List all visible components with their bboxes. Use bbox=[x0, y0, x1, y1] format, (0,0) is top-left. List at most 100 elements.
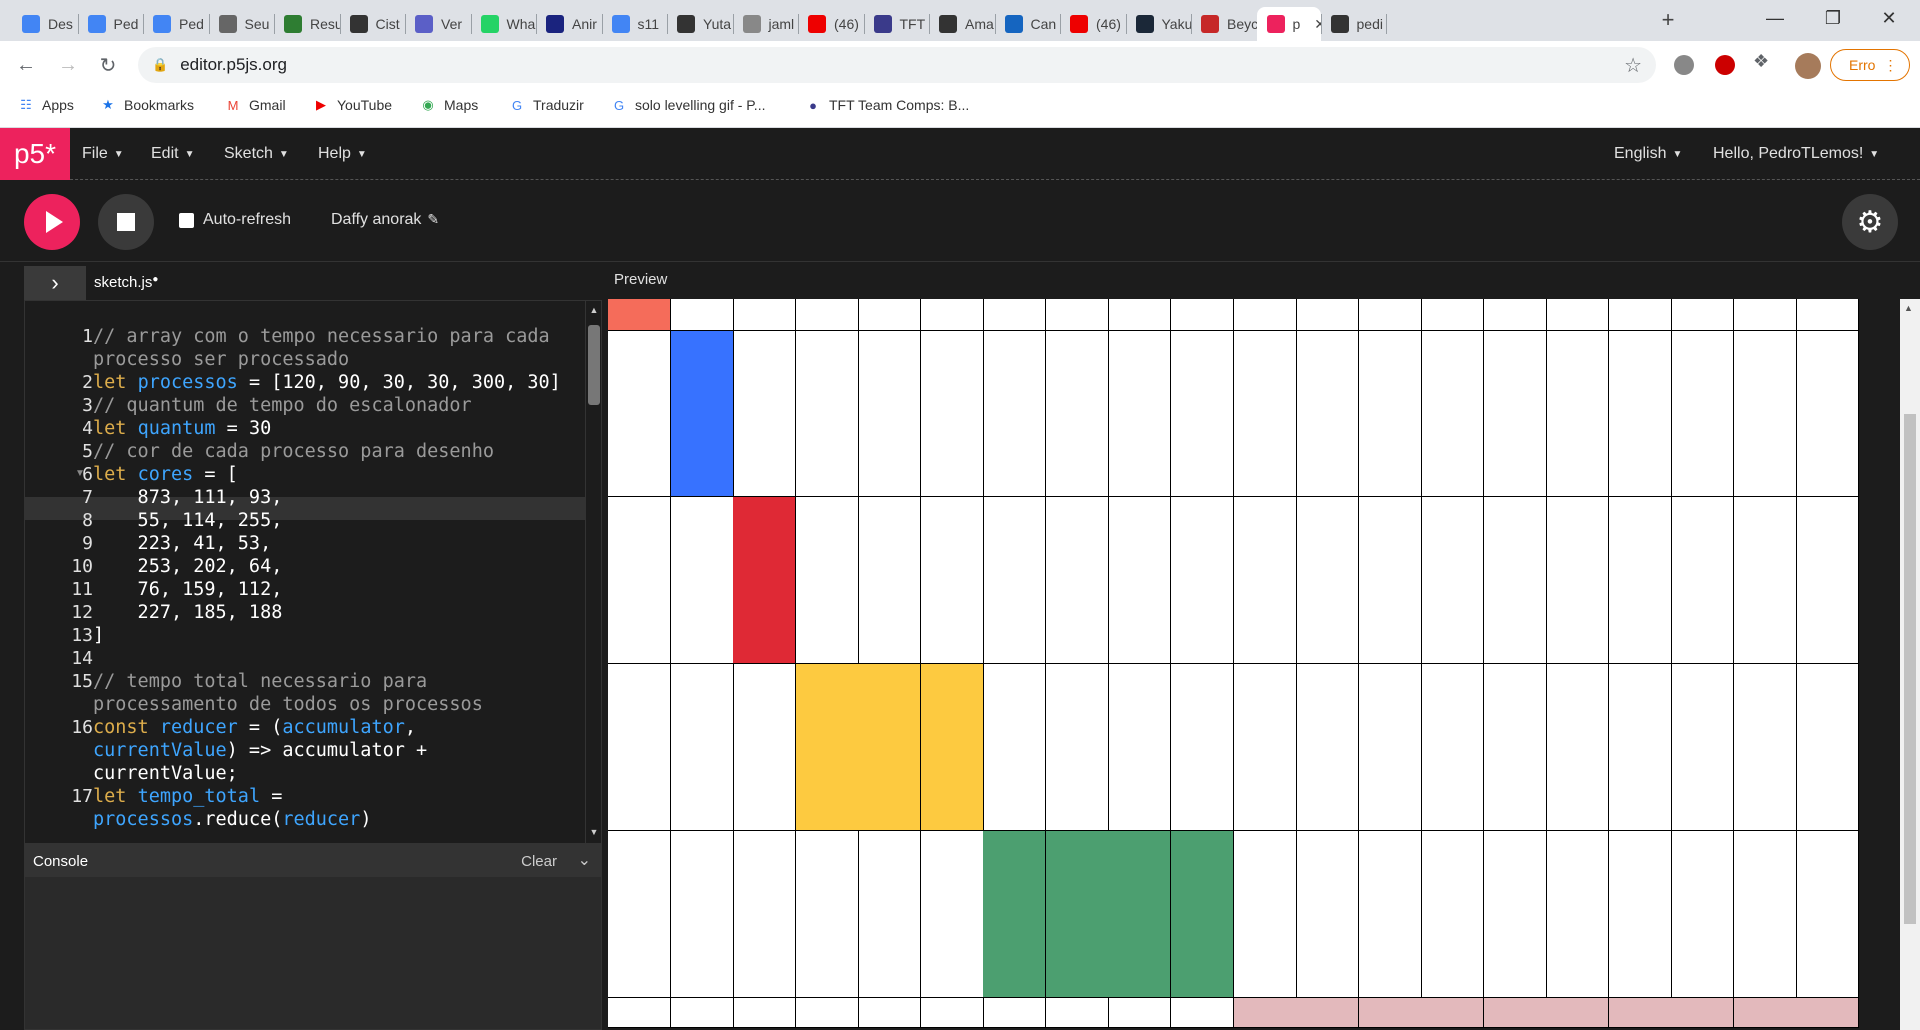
browser-tab[interactable]: Ped bbox=[143, 7, 209, 41]
back-icon[interactable]: ← bbox=[10, 49, 42, 81]
star-icon[interactable]: ☆ bbox=[1624, 53, 1642, 78]
menu-sketch[interactable]: Sketch ▼ bbox=[224, 128, 289, 180]
bookmark-icon: ▶ bbox=[316, 97, 326, 112]
code-line[interactable]: processos.reduce(reducer) bbox=[93, 808, 371, 831]
bookmark-item[interactable]: ◉ Maps bbox=[420, 88, 478, 122]
code-line[interactable]: 223, 41, 53, bbox=[93, 532, 272, 555]
grid-cell bbox=[1733, 831, 1797, 999]
preview-scrollbar[interactable]: ▲ bbox=[1900, 299, 1920, 1030]
code-line[interactable]: currentValue) => accumulator + bbox=[93, 739, 427, 762]
code-line[interactable]: 873, 111, 93, bbox=[93, 486, 283, 509]
grid-cell bbox=[920, 330, 984, 498]
bookmark-icon: ★ bbox=[102, 97, 114, 112]
code-line[interactable]: // tempo total necessario para bbox=[93, 670, 427, 693]
bookmark-item[interactable]: M Gmail bbox=[225, 88, 286, 122]
user-menu[interactable]: Hello, PedroTLemos! ▼ bbox=[1713, 128, 1879, 180]
browser-tab[interactable]: Yaku bbox=[1126, 7, 1191, 41]
code-line[interactable]: 76, 159, 112, bbox=[93, 578, 283, 601]
stop-button[interactable] bbox=[98, 194, 154, 250]
puzzle-icon[interactable]: ❖ bbox=[1753, 51, 1769, 72]
url-field[interactable]: 🔒 editor.p5js.org ☆ bbox=[138, 47, 1656, 83]
language-menu[interactable]: English ▼ bbox=[1614, 128, 1682, 180]
bookmark-item[interactable]: ● TFT Team Comps: B... bbox=[805, 88, 969, 122]
browser-tab[interactable]: Des bbox=[12, 7, 78, 41]
sketch-name[interactable]: Daffy anorak ✎ bbox=[331, 211, 439, 229]
reload-icon[interactable]: ↻ bbox=[92, 49, 124, 81]
scroll-up-icon[interactable]: ▲ bbox=[1904, 303, 1913, 313]
close-window-icon[interactable]: ✕ bbox=[1866, 0, 1912, 36]
code-line[interactable]: let processos = [120, 90, 30, 30, 300, 3… bbox=[93, 371, 561, 394]
line-number-gutter: 1 2 3 4 5 6 ▼ 7 8 9 10 11 12 13 14 15 16 17 bbox=[25, 301, 93, 843]
bookmark-item[interactable]: ★ Bookmarks bbox=[100, 88, 194, 122]
code-editor[interactable]: 1 2 3 4 5 6 ▼ 7 8 9 10 11 12 13 14 15 16 17 // array com … bbox=[24, 300, 602, 844]
menu-edit[interactable]: Edit ▼ bbox=[151, 128, 194, 180]
scroll-down-icon[interactable]: ▼ bbox=[588, 827, 600, 839]
browser-tab[interactable]: Wha bbox=[471, 7, 537, 41]
code-line[interactable]: ] bbox=[93, 624, 104, 647]
browser-tab[interactable]: Ama bbox=[929, 7, 995, 41]
sketch-canvas[interactable] bbox=[608, 299, 1860, 1028]
code-line[interactable]: 253, 202, 64, bbox=[93, 555, 283, 578]
scroll-up-icon[interactable]: ▲ bbox=[588, 305, 600, 317]
browser-tab[interactable]: Beyc bbox=[1191, 7, 1257, 41]
code-token: let bbox=[93, 372, 138, 393]
code-line[interactable]: processo ser processado bbox=[93, 348, 349, 371]
scrollbar-thumb[interactable] bbox=[1904, 414, 1916, 924]
browser-tab[interactable]: p ✕ bbox=[1256, 7, 1321, 41]
editor-scrollbar[interactable]: ▲ ▼ bbox=[585, 301, 601, 843]
profile-error-button[interactable]: Erro ⋮ bbox=[1830, 49, 1910, 81]
code-line[interactable]: processamento de todos os processos bbox=[93, 693, 483, 716]
browser-tab[interactable]: jaml bbox=[733, 7, 799, 41]
browser-tab[interactable]: Anir bbox=[536, 7, 602, 41]
browser-tab-label: Ver bbox=[441, 16, 463, 32]
browser-tab[interactable]: Ver bbox=[405, 7, 471, 41]
grid-cell bbox=[608, 831, 672, 999]
menu-help[interactable]: Help ▼ bbox=[318, 128, 367, 180]
code-line[interactable]: currentValue; bbox=[93, 762, 238, 785]
browser-tab[interactable]: Seu bbox=[209, 7, 275, 41]
browser-tab[interactable]: pedi bbox=[1321, 7, 1387, 41]
grid-cell bbox=[670, 831, 734, 999]
scrollbar-thumb[interactable] bbox=[588, 325, 600, 405]
auto-refresh-checkbox[interactable] bbox=[179, 213, 194, 228]
code-line[interactable]: 227, 185, 188 bbox=[93, 601, 283, 624]
code-line[interactable]: let cores = [ bbox=[93, 463, 238, 486]
browser-tab[interactable]: Yuta bbox=[667, 7, 733, 41]
file-tab-sketch[interactable]: sketch.js● bbox=[94, 274, 158, 291]
bookmark-item[interactable]: ☷ Apps bbox=[18, 88, 74, 122]
code-line[interactable]: 55, 114, 255, bbox=[93, 509, 283, 532]
code-line[interactable]: let quantum = 30 bbox=[93, 417, 271, 440]
code-line[interactable]: // cor de cada processo para desenho bbox=[93, 440, 494, 463]
browser-tab[interactable]: TFT bbox=[864, 7, 930, 41]
bookmark-item[interactable]: G Traduzir bbox=[509, 88, 584, 122]
fold-icon[interactable]: ▼ bbox=[75, 468, 85, 479]
extension-icon[interactable] bbox=[1674, 55, 1694, 75]
clear-console-button[interactable]: Clear bbox=[521, 853, 557, 870]
avatar[interactable] bbox=[1795, 53, 1821, 79]
expand-sidebar-button[interactable]: › bbox=[24, 266, 86, 300]
forward-icon[interactable]: → bbox=[52, 49, 84, 81]
menu-file[interactable]: File ▼ bbox=[82, 128, 124, 180]
settings-button[interactable]: ⚙ bbox=[1842, 194, 1898, 250]
bookmark-item[interactable]: ▶ YouTube bbox=[313, 88, 392, 122]
browser-tab[interactable]: Resu bbox=[274, 7, 340, 41]
code-line[interactable]: // array com o tempo necessario para cad… bbox=[93, 325, 550, 348]
browser-tab[interactable]: Ped bbox=[78, 7, 144, 41]
browser-tab[interactable]: (46) bbox=[1060, 7, 1126, 41]
new-tab-icon[interactable]: + bbox=[1653, 7, 1683, 37]
browser-tab[interactable]: Can bbox=[995, 7, 1061, 41]
collapse-console-icon[interactable]: ⌄ bbox=[578, 850, 591, 870]
process-block bbox=[1671, 998, 1735, 1028]
code-line[interactable]: // quantum de tempo do escalonador bbox=[93, 394, 472, 417]
code-line[interactable]: let tempo_total = bbox=[93, 785, 282, 808]
browser-tab[interactable]: Cist bbox=[340, 7, 406, 41]
browser-tab[interactable]: s11 bbox=[602, 7, 668, 41]
code-line[interactable]: const reducer = (accumulator, bbox=[93, 716, 416, 739]
bookmark-item[interactable]: Gsolo levelling gif - P... bbox=[611, 88, 766, 122]
extension-icon[interactable] bbox=[1715, 55, 1735, 75]
minimize-icon[interactable]: — bbox=[1752, 0, 1798, 36]
play-button[interactable] bbox=[24, 194, 80, 250]
restore-icon[interactable]: ❐ bbox=[1810, 0, 1856, 36]
browser-tab[interactable]: (46) bbox=[798, 7, 864, 41]
p5-logo[interactable]: p5* bbox=[0, 128, 70, 180]
